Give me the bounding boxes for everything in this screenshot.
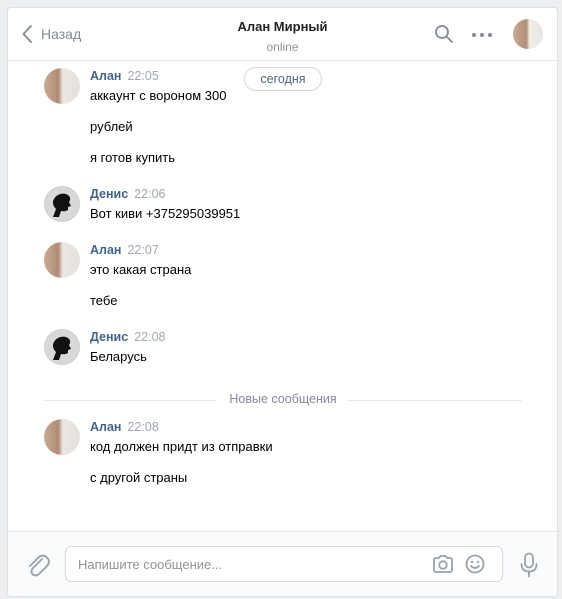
message-time[interactable]: 22:07 xyxy=(127,243,158,257)
author-name[interactable]: Алан xyxy=(90,420,121,434)
chat-header: Назад Алан Мирный online xyxy=(8,8,557,61)
message-author: Алан 22:07 xyxy=(90,243,159,257)
more-dots-icon xyxy=(472,33,492,37)
alan-avatar[interactable] xyxy=(44,242,80,278)
message-time[interactable]: 22:06 xyxy=(134,187,165,201)
silhouette-icon xyxy=(52,336,71,360)
alan-avatar[interactable] xyxy=(44,68,80,104)
author-name[interactable]: Алан xyxy=(90,69,121,83)
camera-button[interactable] xyxy=(432,554,454,577)
composer xyxy=(8,531,557,596)
alan-avatar[interactable] xyxy=(44,419,80,455)
message-text: код должен придт из отправки xyxy=(90,439,273,454)
message-author: Денис 22:08 xyxy=(90,330,165,344)
emoji-button[interactable] xyxy=(465,554,485,577)
message-time[interactable]: 22:08 xyxy=(134,330,165,344)
message-history: сегодня Алан 22:05 аккаунт с вороном 300 … xyxy=(8,61,557,531)
message-text: я готов купить xyxy=(90,150,175,165)
message-author: Денис 22:06 xyxy=(90,187,165,201)
message-author: Алан 22:08 xyxy=(90,420,159,434)
date-pill[interactable]: сегодня xyxy=(244,67,322,91)
smile-icon xyxy=(465,554,485,574)
message-time[interactable]: 22:08 xyxy=(127,420,158,434)
voice-message-button[interactable] xyxy=(519,552,539,581)
peer-avatar[interactable] xyxy=(513,19,543,49)
message-author: Алан 22:05 xyxy=(90,69,159,83)
silhouette-icon xyxy=(52,193,71,217)
new-messages-divider: Новые сообщения xyxy=(44,392,522,408)
search-icon xyxy=(435,25,453,43)
message-text: тебе xyxy=(90,293,118,308)
message-text: Беларусь xyxy=(90,349,147,364)
author-name[interactable]: Денис xyxy=(90,330,128,344)
denis-avatar[interactable] xyxy=(44,186,80,222)
message-time[interactable]: 22:05 xyxy=(127,69,158,83)
more-button[interactable] xyxy=(471,25,493,48)
message-text: Вот киви +375295039951 xyxy=(90,206,241,221)
camera-icon xyxy=(433,555,453,573)
message-input[interactable] xyxy=(78,554,408,574)
message-text: это какая страна xyxy=(90,262,192,277)
author-name[interactable]: Денис xyxy=(90,187,128,201)
search-button[interactable] xyxy=(434,24,454,47)
paperclip-icon xyxy=(29,554,50,577)
microphone-icon xyxy=(520,552,538,578)
message-text: рублей xyxy=(90,119,133,134)
denis-avatar[interactable] xyxy=(44,329,80,365)
attach-button[interactable] xyxy=(26,552,50,581)
chat-window: Назад Алан Мирный online сегодня Алан 22… xyxy=(7,7,558,597)
new-messages-label: Новые сообщения xyxy=(229,392,337,406)
message-text: аккаунт с вороном 300 xyxy=(90,88,227,103)
message-text: с другой страны xyxy=(90,470,188,485)
message-input-box[interactable] xyxy=(65,546,503,582)
author-name[interactable]: Алан xyxy=(90,243,121,257)
